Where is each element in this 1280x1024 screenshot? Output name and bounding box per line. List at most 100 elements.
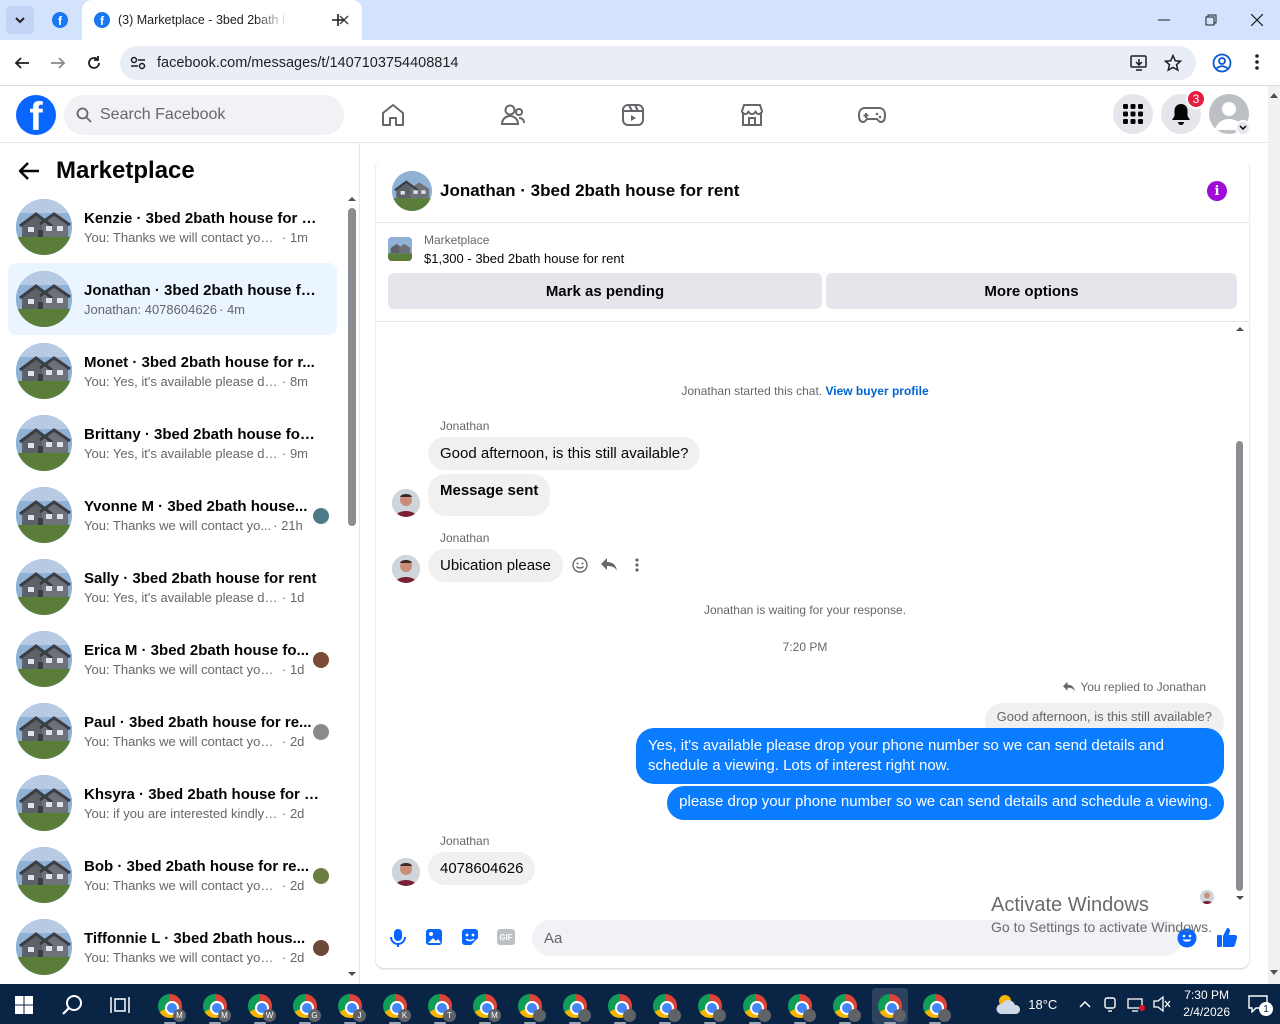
install-app-icon[interactable] [1130, 55, 1148, 71]
reload-icon[interactable] [86, 55, 102, 71]
reply-icon[interactable] [600, 557, 618, 573]
chrome-taskbar-icon[interactable] [827, 988, 863, 1024]
microphone-icon[interactable] [390, 928, 406, 948]
message-bubble-incoming[interactable]: Ubication please [428, 549, 563, 582]
info-icon[interactable]: i [1207, 181, 1227, 201]
conversation-row[interactable]: Jonathan · 3bed 2bath house for... Jonath… [8, 263, 337, 335]
scroll-down-arrow-icon[interactable] [347, 971, 357, 977]
conversation-row[interactable]: Monet · 3bed 2bath house for r... You: Ye… [8, 335, 337, 407]
conversation-row[interactable]: Erica M · 3bed 2bath house fo... You: Tha… [8, 623, 337, 695]
chrome-taskbar-icon[interactable] [872, 988, 908, 1024]
conversation-row[interactable]: Khsyra · 3bed 2bath house for r... You: i… [8, 767, 337, 839]
tab-search-button[interactable] [6, 6, 34, 34]
conversation-row[interactable]: Brittany · 3bed 2bath house for ... You: … [8, 407, 337, 479]
sticker-icon[interactable] [461, 928, 479, 946]
chrome-taskbar-icon[interactable]: J [332, 988, 368, 1024]
left-scrollbar-thumb[interactable] [348, 208, 356, 526]
windows-start-icon[interactable] [15, 996, 33, 1014]
react-smiley-icon[interactable] [572, 557, 588, 573]
more-options-button[interactable]: More options [826, 273, 1237, 309]
like-thumb-icon[interactable] [1216, 926, 1238, 948]
task-view-icon[interactable] [110, 996, 130, 1014]
message-bubble-incoming[interactable]: Good afternoon, is this still available? [428, 437, 701, 470]
nav-video[interactable] [616, 98, 650, 132]
weather-cloud-icon[interactable] [994, 992, 1022, 1016]
clock[interactable]: 7:30 PM 2/4/2026 [1183, 987, 1230, 1021]
message-bubble-incoming[interactable]: Message sent [428, 474, 551, 516]
chrome-taskbar-icon[interactable] [692, 988, 728, 1024]
conversation-row[interactable]: Bob · 3bed 2bath house for re... You: Tha… [8, 839, 337, 911]
chrome-taskbar-icon[interactable] [737, 988, 773, 1024]
close-window-icon[interactable] [1251, 14, 1263, 26]
search-icon[interactable] [61, 994, 83, 1016]
emoji-icon[interactable] [1177, 928, 1197, 948]
compose-box[interactable] [532, 920, 1182, 956]
messages-scrollbar-thumb[interactable] [1236, 441, 1243, 891]
chrome-taskbar-icon[interactable] [782, 988, 818, 1024]
nav-home[interactable] [376, 98, 410, 132]
nav-gaming[interactable] [855, 98, 889, 132]
scroll-down-arrow-icon[interactable] [1270, 970, 1278, 976]
chrome-taskbar-icon[interactable]: T [422, 988, 458, 1024]
chrome-taskbar-icon[interactable]: W [242, 988, 278, 1024]
forward-arrow-icon[interactable] [50, 55, 66, 71]
action-center-button[interactable]: 1 [1248, 995, 1273, 1016]
photo-icon[interactable] [425, 928, 443, 946]
scroll-up-arrow-icon[interactable] [1235, 326, 1245, 332]
bookmark-star-icon[interactable] [1164, 54, 1182, 72]
menu-button[interactable] [1113, 94, 1153, 134]
gif-icon[interactable]: GIF [497, 929, 515, 945]
message-bubble-incoming[interactable]: 4078604626 [428, 852, 536, 885]
chevron-up-icon[interactable] [1079, 1000, 1091, 1008]
message-bubble-outgoing[interactable]: please drop your phone number so we can … [667, 786, 1224, 820]
jonathan-avatar[interactable] [392, 858, 420, 886]
conversation-row[interactable]: Tiffonnie L · 3bed 2bath hous... You: Tha… [8, 911, 337, 983]
chrome-taskbar-icon[interactable]: K [377, 988, 413, 1024]
meet-now-icon[interactable] [1103, 996, 1117, 1012]
view-buyer-profile-link[interactable]: View buyer profile [825, 384, 928, 398]
chrome-taskbar-icon[interactable]: M [197, 988, 233, 1024]
pinned-tab-facebook[interactable]: f [46, 6, 74, 34]
facebook-logo-icon[interactable]: f [16, 95, 56, 135]
conversation-row[interactable]: Yvonne M · 3bed 2bath house... You: Thank… [8, 479, 337, 551]
conversation-row[interactable]: Kenzie · 3bed 2bath house for re... You: … [8, 191, 337, 263]
page-scrollbar[interactable] [1268, 86, 1280, 984]
profile-icon[interactable] [1212, 53, 1232, 73]
account-menu-chevron[interactable] [1235, 120, 1251, 136]
back-arrow-icon[interactable] [14, 55, 30, 71]
listing-thumbnail[interactable] [392, 170, 432, 211]
new-tab-icon[interactable] [331, 13, 345, 27]
browser-menu-icon[interactable] [1255, 54, 1259, 70]
message-bubble-outgoing[interactable]: Yes, it's available please drop your pho… [636, 728, 1224, 784]
chrome-taskbar-icon[interactable]: M [152, 988, 188, 1024]
chrome-taskbar-icon[interactable]: G [287, 988, 323, 1024]
site-info-icon[interactable] [130, 56, 146, 70]
scroll-down-arrow-icon[interactable] [1235, 895, 1245, 901]
search-input[interactable] [100, 106, 320, 124]
chrome-taskbar-icon[interactable]: M [467, 988, 503, 1024]
conversation-row[interactable]: Sally · 3bed 2bath house for rent You: Ye… [8, 551, 337, 623]
scroll-up-arrow-icon[interactable] [347, 196, 357, 202]
jonathan-avatar[interactable] [392, 489, 420, 517]
facebook-search[interactable] [64, 95, 344, 135]
chrome-taskbar-icon[interactable] [557, 988, 593, 1024]
nav-friends[interactable] [496, 98, 530, 132]
minimize-icon[interactable] [1158, 19, 1170, 21]
nav-marketplace[interactable] [735, 98, 769, 132]
message-input[interactable] [544, 929, 1104, 947]
more-actions-icon[interactable] [635, 558, 639, 572]
scroll-up-arrow-icon[interactable] [1270, 92, 1278, 98]
chrome-taskbar-icon[interactable] [647, 988, 683, 1024]
volume-muted-icon[interactable] [1153, 996, 1171, 1012]
chrome-taskbar-icon[interactable] [602, 988, 638, 1024]
jonathan-avatar[interactable] [392, 555, 420, 583]
tab-active[interactable]: f (3) Marketplace - 3bed 2bath house for… [82, 0, 362, 40]
chrome-taskbar-icon[interactable] [512, 988, 548, 1024]
chrome-taskbar-icon[interactable] [917, 988, 953, 1024]
back-arrow-icon[interactable] [18, 161, 40, 181]
restore-icon[interactable] [1205, 14, 1217, 26]
network-icon[interactable] [1127, 996, 1146, 1012]
mark-as-pending-button[interactable]: Mark as pending [388, 273, 822, 309]
address-bar[interactable]: facebook.com/messages/t/1407103754408814 [120, 46, 1196, 80]
conversation-row[interactable]: Paul · 3bed 2bath house for re... You: Th… [8, 695, 337, 767]
